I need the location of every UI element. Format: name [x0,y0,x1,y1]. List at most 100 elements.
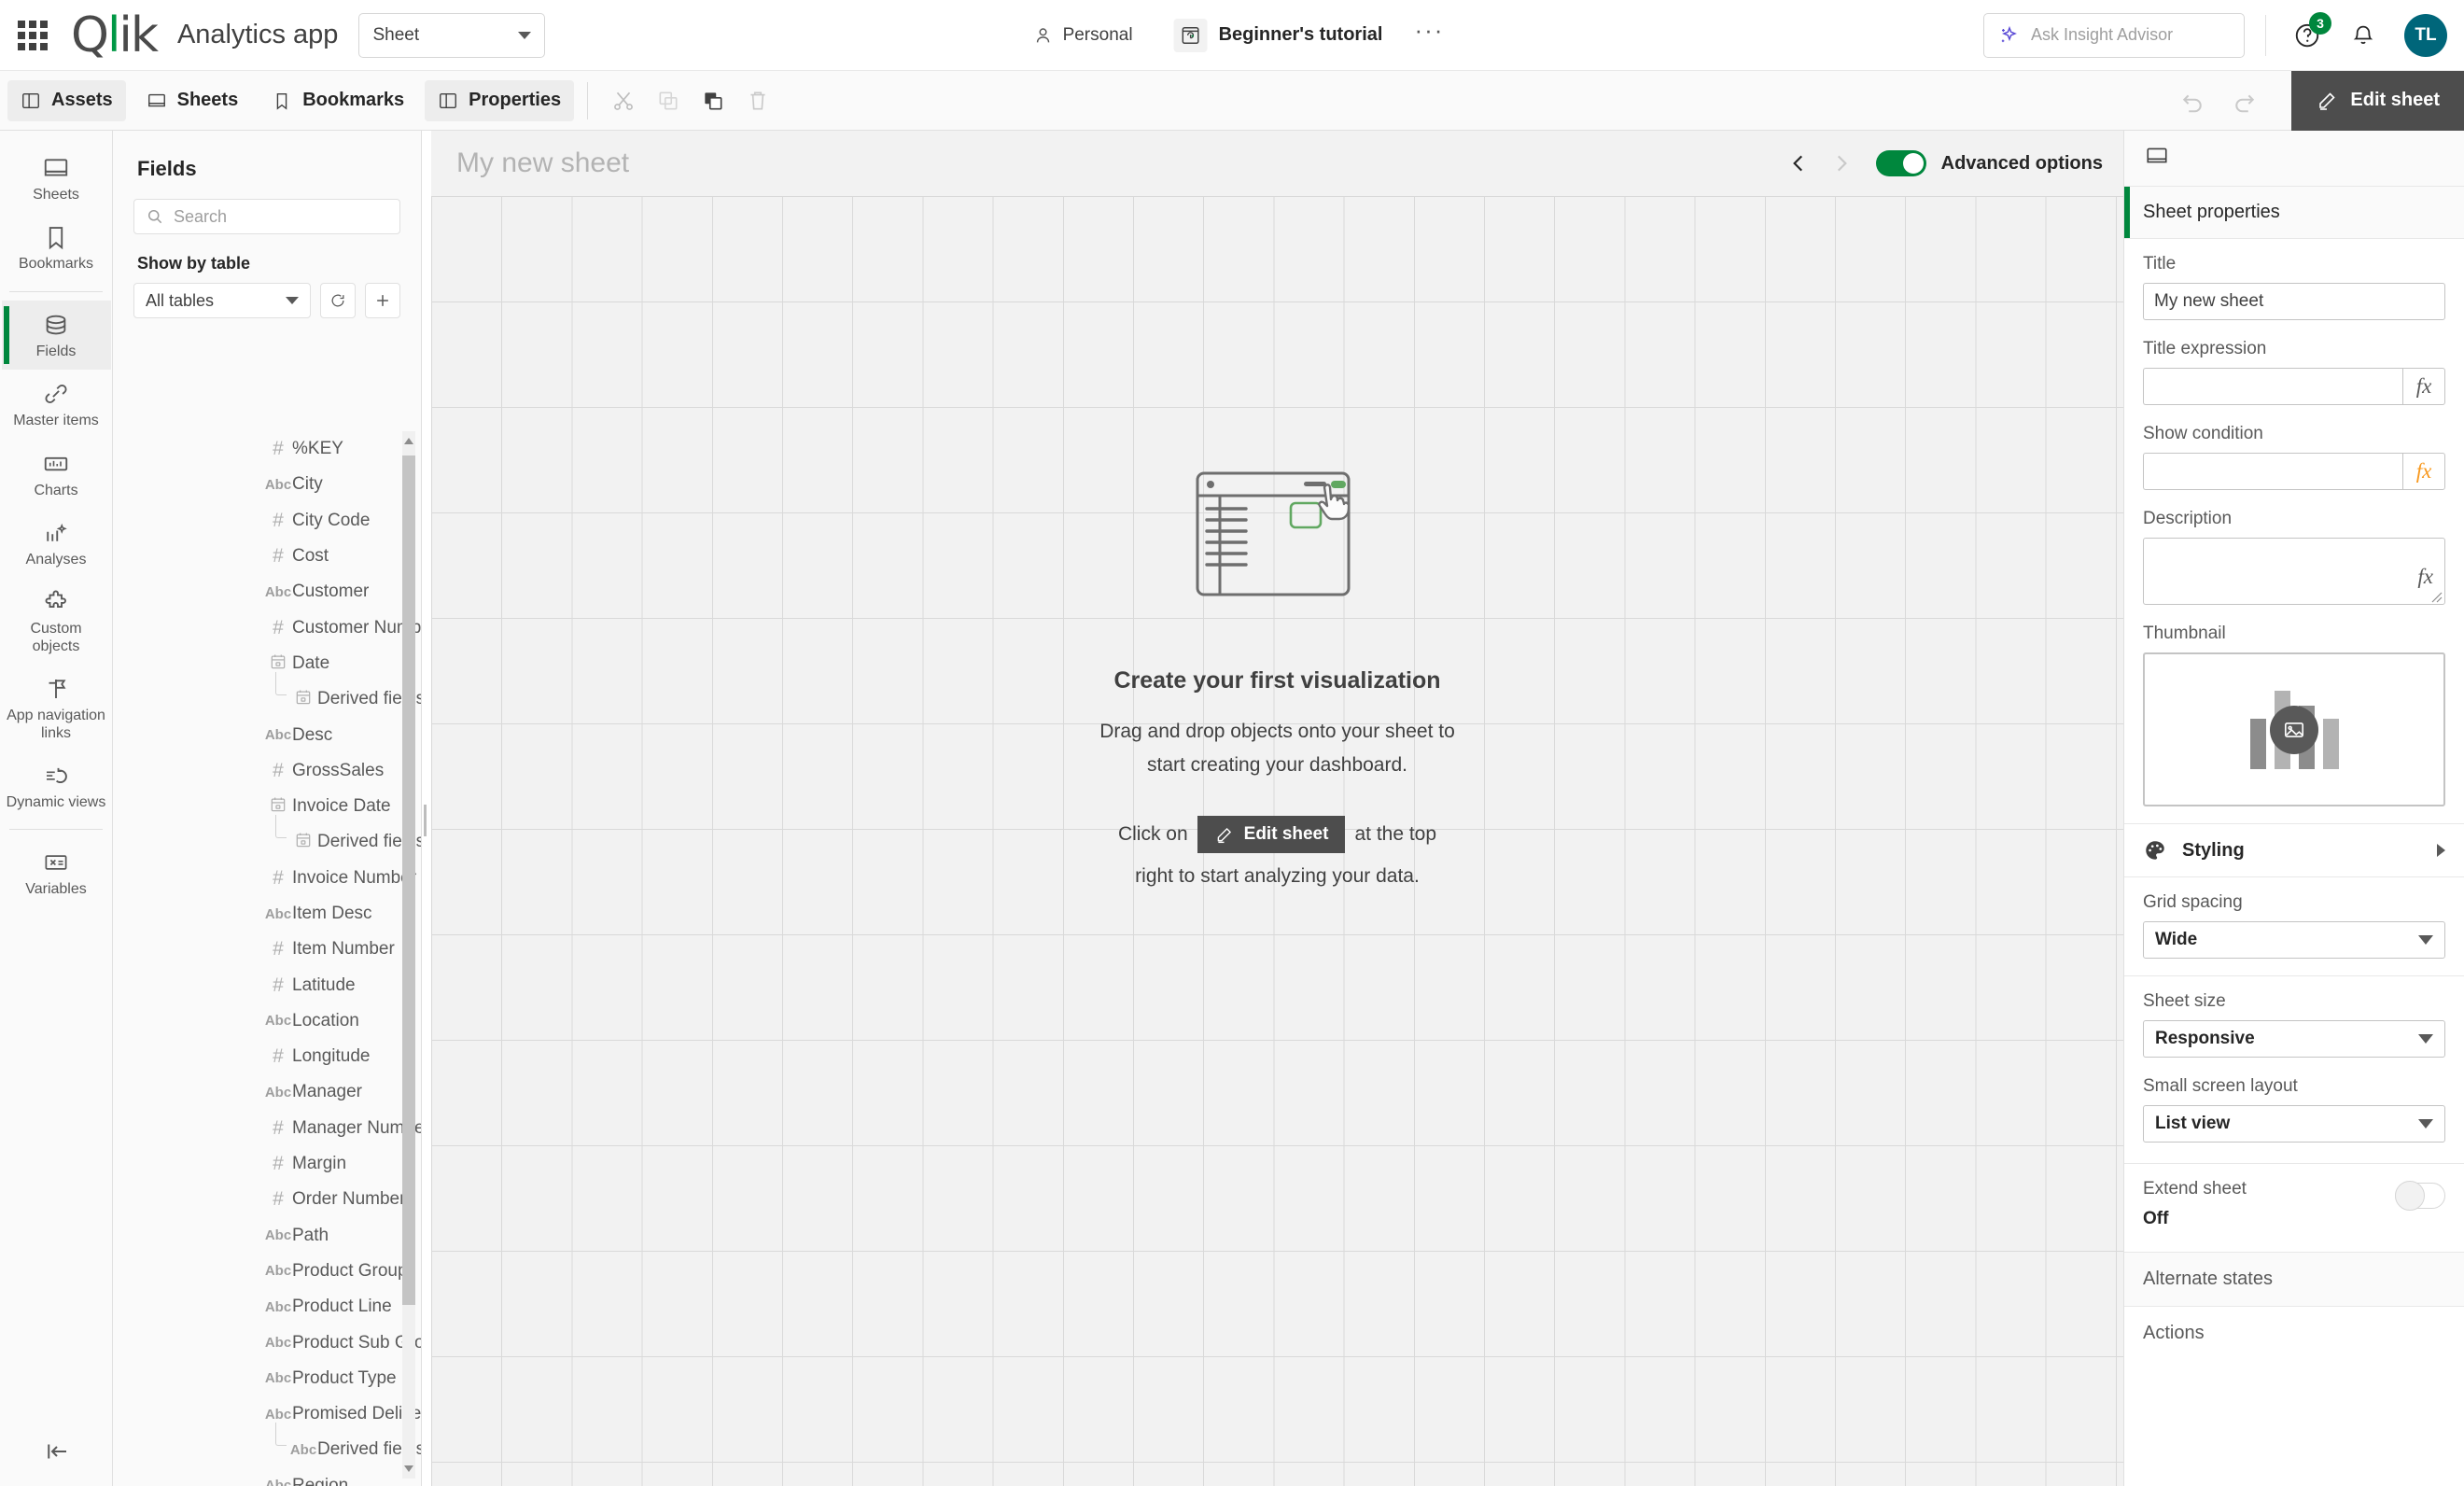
rail-item-app-navigation-links[interactable]: App navigation links [2,665,111,751]
sheet-properties-header[interactable]: Sheet properties [2124,187,2464,239]
field-list-item[interactable]: # Order Number [115,1182,421,1217]
delete-button[interactable] [735,78,780,123]
actions-row[interactable]: Actions [2124,1306,2464,1360]
grid-spacing-select[interactable]: Wide [2143,921,2445,959]
show-condition-input[interactable] [2143,453,2402,490]
rail-item-master-items[interactable]: Master items [2,370,111,439]
toolbar-bookmarks-button[interactable]: Bookmarks [259,80,417,121]
description-input[interactable]: fx [2143,538,2445,605]
extend-sheet-toggle[interactable] [2395,1181,2445,1211]
field-list-item[interactable]: Abc City [115,467,421,502]
description-fx-button[interactable]: fx [2417,565,2433,589]
sheet-mode-select[interactable]: Sheet [358,12,546,58]
field-list-item[interactable]: Abc Location [115,1003,421,1039]
field-type-icon: # [273,545,284,568]
styling-row[interactable]: Styling [2124,823,2464,877]
field-list-item[interactable]: # %KEY [115,431,421,467]
field-list-item[interactable]: # GrossSales [115,753,421,789]
scroll-up-arrow[interactable] [402,431,415,452]
redo-button[interactable] [2219,78,2271,123]
field-list-item[interactable]: Abc Product Group [115,1254,421,1289]
field-list-item[interactable]: # Longitude [115,1039,421,1074]
resize-grip-icon[interactable] [2429,590,2443,603]
field-list-item[interactable]: # Invoice Number [115,861,421,896]
sheet-canvas[interactable]: Create your first visualization Drag and… [431,196,2123,1486]
field-list-item[interactable]: Date [115,646,421,681]
scrollbar-thumb[interactable] [402,456,415,1305]
tutorial-button[interactable]: Beginner's tutorial [1163,13,1394,58]
field-list-item-derived[interactable]: Abc Derived fields [115,1423,421,1467]
edit-sheet-button[interactable]: Edit sheet [2291,70,2464,131]
redo-icon [2235,94,2255,112]
field-list-item[interactable]: # City Code [115,503,421,539]
show-condition-fx-button[interactable]: fx [2402,453,2445,490]
rail-item-label: Custom objects [30,621,82,654]
field-list-item[interactable]: Abc Region [115,1468,421,1486]
fields-list[interactable]: # %KEY Abc City # City Code # Cost Abc Customer # C… [113,431,421,1486]
rail-item-custom-objects[interactable]: Custom objects [2,578,111,665]
rail-item-fields[interactable]: Fields [1,300,111,371]
advanced-options-toggle[interactable] [1875,150,1926,176]
rail-item-sheets[interactable]: Sheets [2,144,111,213]
field-list-item[interactable]: AbcPromised Delivery Date [115,1396,421,1432]
small-screen-layout-select[interactable]: List view [2143,1105,2445,1143]
scroll-down-arrow[interactable] [402,1458,415,1479]
rail-item-variables[interactable]: Variables [2,838,111,907]
qlik-logo[interactable]: Ql ik [71,11,159,60]
title-expression-input[interactable] [2143,368,2402,405]
title-expression-fx-button[interactable]: fx [2402,368,2445,405]
field-list-item[interactable]: Abc Customer [115,574,421,610]
reload-fields-button[interactable] [320,283,356,318]
toolbar-assets-button[interactable]: Assets [7,79,126,121]
space-button[interactable]: Personal [1020,18,1146,53]
field-list-item[interactable]: Abc Path [115,1218,421,1254]
field-list-item-derived[interactable]: Derived fields [115,815,421,860]
chevron-right-icon [1837,155,1847,172]
field-list-item[interactable]: Invoice Date [115,789,421,824]
field-list-item[interactable]: Abc Item Desc [115,896,421,932]
fields-search-input[interactable]: Search [133,199,400,234]
field-list-item[interactable]: # Cost [115,539,421,574]
field-list-item[interactable]: # Manager Number [115,1111,421,1146]
rail-item-analyses[interactable]: Analyses [2,509,111,578]
toolbar-sheets-button[interactable]: Sheets [133,80,252,121]
paste-button[interactable] [691,78,735,123]
empty-state-edit-sheet-button[interactable]: Edit sheet [1197,816,1346,853]
field-list-item[interactable]: #Customer Number [115,610,421,645]
rail-item-charts[interactable]: Charts [2,440,111,509]
field-list-item[interactable]: Abc Manager [115,1074,421,1110]
insight-advisor-input[interactable]: Ask Insight Advisor [1983,12,2245,58]
sheet-size-select[interactable]: Responsive [2143,1020,2445,1058]
toolbar-properties-button[interactable]: Properties [425,79,575,121]
field-list-item[interactable]: Abc Desc [115,717,421,752]
help-button[interactable]: 3 [2287,11,2331,56]
notifications-button[interactable] [2343,15,2384,56]
avatar[interactable]: TL [2404,13,2447,57]
table-filter-select[interactable]: All tables [133,283,311,318]
undo-button[interactable] [2166,78,2219,123]
copy-button[interactable] [646,78,691,123]
app-launcher-icon[interactable] [17,20,49,51]
add-field-button[interactable] [365,283,400,318]
fields-scrollbar[interactable] [402,431,415,1479]
field-list-item-derived[interactable]: Derived fields [115,672,421,717]
properties-sheet-tab[interactable] [2145,144,2169,173]
thumbnail-picker[interactable] [2143,652,2445,806]
collapse-panel-button[interactable] [0,1437,113,1465]
field-list-item[interactable]: # Item Number [115,932,421,967]
alternate-states-row[interactable]: Alternate states [2124,1252,2464,1306]
cut-button[interactable] [601,78,646,123]
next-sheet-button[interactable] [1820,142,1863,185]
header-more-icon[interactable]: ··· [1414,18,1444,46]
rail-item-bookmarks[interactable]: Bookmarks [2,213,111,282]
field-list-item[interactable]: Abc Product Type [115,1361,421,1396]
field-list-item[interactable]: Abc Product Line [115,1289,421,1325]
field-list-item[interactable]: # Latitude [115,967,421,1002]
title-input[interactable]: My new sheet [2143,283,2445,320]
field-list-item[interactable]: AbcProduct Sub Group [115,1325,421,1360]
empty-state-edit-sheet-label: Edit sheet [1243,824,1329,844]
field-list-item[interactable]: # Margin [115,1146,421,1182]
panel-resize-handle[interactable] [422,805,429,836]
rail-item-dynamic-views[interactable]: Dynamic views [2,751,111,820]
previous-sheet-button[interactable] [1777,142,1820,185]
